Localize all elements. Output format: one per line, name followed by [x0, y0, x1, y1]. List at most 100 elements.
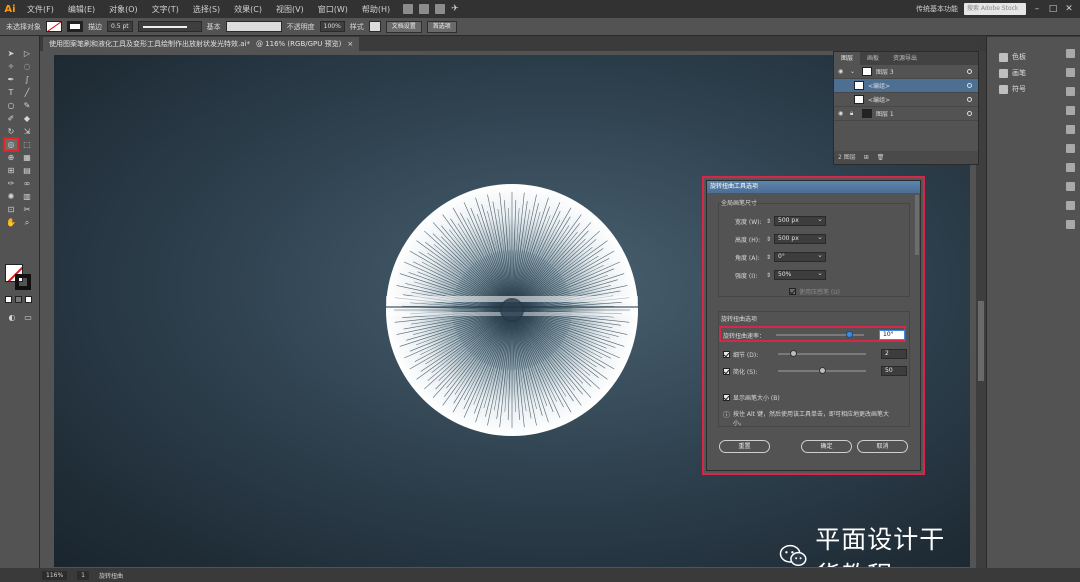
target-circle-icon[interactable]	[967, 83, 972, 88]
color-panel-icon[interactable]	[1066, 49, 1075, 58]
curvature-tool-icon[interactable]: ∫	[21, 74, 33, 85]
layer-name[interactable]: 图层 1	[876, 109, 894, 118]
scale-tool-icon[interactable]: ⇲	[21, 126, 33, 137]
free-transform-tool-icon[interactable]: ⬚	[21, 139, 33, 150]
visibility-eye-icon[interactable]: ◉	[838, 110, 846, 117]
slice-tool-icon[interactable]: ✂	[21, 204, 33, 215]
fill-stroke-control[interactable]	[5, 264, 33, 292]
dialog-scrollbar[interactable]	[915, 195, 919, 255]
detail-checkbox[interactable]	[723, 350, 730, 358]
bridge-icon[interactable]	[403, 4, 414, 14]
target-circle-icon[interactable]	[967, 97, 972, 102]
column-graph-tool-icon[interactable]: ▥	[21, 191, 33, 202]
expand-chevron-icon[interactable]: ⌄	[850, 68, 858, 75]
delete-layer-icon[interactable]: 🗑︎	[877, 151, 885, 164]
close-icon[interactable]: ✕	[1064, 4, 1074, 14]
minimize-icon[interactable]: –	[1032, 4, 1042, 14]
target-circle-icon[interactable]	[967, 111, 972, 116]
shaper-tool-icon[interactable]: ✐	[5, 113, 17, 124]
line-tool-icon[interactable]: ╱	[21, 87, 33, 98]
layer-row[interactable]: <编组>	[834, 79, 978, 93]
perspective-grid-tool-icon[interactable]: ▦	[21, 152, 33, 163]
brush-style-label[interactable]: 基本	[207, 22, 221, 32]
arrange-icon[interactable]	[435, 4, 446, 14]
menu-select[interactable]: 选择(S)	[186, 4, 227, 15]
stroke-profile-select[interactable]	[137, 21, 202, 32]
menu-file[interactable]: 文件(F)	[20, 4, 61, 15]
menu-help[interactable]: 帮助(H)	[355, 4, 397, 15]
detail-slider[interactable]	[778, 350, 866, 357]
height-select[interactable]: 500 px	[774, 233, 827, 244]
close-tab-icon[interactable]: ×	[347, 37, 353, 51]
layer-row[interactable]: ◉ ⌄ 图层 3	[834, 65, 978, 79]
hand-tool-icon[interactable]: ✋	[5, 217, 17, 228]
menu-type[interactable]: 文字(T)	[145, 4, 186, 15]
ellipse-tool-icon[interactable]: ○	[5, 100, 17, 111]
stroke-swatch[interactable]	[67, 21, 83, 32]
stroke-swatch-large[interactable]	[15, 274, 31, 290]
shape-builder-tool-icon[interactable]: ⊕	[5, 152, 17, 163]
stepper-icon[interactable]: ⇕	[766, 218, 771, 225]
draw-mode-icon[interactable]: ◐	[6, 312, 18, 323]
zoom-level-field[interactable]: 116%	[42, 570, 68, 580]
dandelion-burst-artwork[interactable]	[384, 182, 640, 438]
direct-selection-tool-icon[interactable]: ▷	[21, 48, 33, 59]
stroke-panel-icon[interactable]	[1066, 87, 1075, 96]
graphic-styles-icon[interactable]	[1066, 163, 1075, 172]
layer-name[interactable]: <编组>	[868, 81, 890, 90]
appearance-panel-icon[interactable]	[1066, 144, 1075, 153]
layer-row[interactable]: <编组>	[834, 93, 978, 107]
fill-swatch[interactable]	[46, 21, 62, 32]
workspace-switcher[interactable]: 传统基本功能	[916, 4, 958, 14]
stroke-width-field[interactable]: 0.5 pt	[107, 21, 133, 32]
simplify-checkbox[interactable]	[723, 367, 730, 375]
pathfinder-panel-icon[interactable]	[1066, 220, 1075, 229]
pen-tool-icon[interactable]: ✒	[5, 74, 17, 85]
twirl-rate-slider-knob[interactable]	[845, 331, 853, 338]
stroke-label[interactable]: 描边	[88, 22, 102, 32]
detail-field[interactable]: 2	[881, 349, 907, 359]
twirl-rate-slider[interactable]	[776, 331, 864, 338]
visibility-eye-icon[interactable]: ◉	[838, 68, 846, 75]
tab-asset-export[interactable]: 资源导出	[886, 52, 924, 65]
tab-artboards[interactable]: 画板	[860, 52, 886, 65]
document-setup-button[interactable]: 文档设置	[385, 20, 422, 33]
menu-object[interactable]: 对象(O)	[102, 4, 145, 15]
ok-button[interactable]: 确定	[801, 440, 852, 453]
menu-edit[interactable]: 编辑(E)	[61, 4, 102, 15]
artboard-tool-icon[interactable]: ⊡	[5, 204, 17, 215]
screen-mode-icon[interactable]: ▭	[22, 312, 34, 323]
scroll-thumb[interactable]	[978, 301, 984, 381]
gradient-panel-icon[interactable]	[1066, 106, 1075, 115]
symbol-sprayer-tool-icon[interactable]: ✺	[5, 191, 17, 202]
twirl-tool-icon[interactable]: ◎	[3, 137, 19, 152]
show-brush-size-checkbox[interactable]	[723, 394, 730, 401]
opacity-field[interactable]: 100%	[319, 21, 345, 32]
layer-name[interactable]: <编组>	[868, 95, 890, 104]
type-tool-icon[interactable]: T	[5, 87, 17, 98]
new-layer-icon[interactable]: ⊞	[864, 151, 869, 164]
lasso-tool-icon[interactable]: ◌	[21, 61, 33, 72]
eraser-tool-icon[interactable]: ◆	[21, 113, 33, 124]
tab-layers[interactable]: 图层	[834, 52, 861, 65]
layer-name[interactable]: 图层 3	[876, 67, 894, 76]
send-icon[interactable]: ✈	[451, 4, 461, 14]
stepper-icon[interactable]: ⇕	[766, 254, 771, 261]
target-circle-icon[interactable]	[967, 69, 972, 74]
twirl-rate-field[interactable]: 10°	[879, 330, 905, 340]
color-mode-swatch[interactable]	[5, 296, 12, 303]
eyedropper-tool-icon[interactable]: ✑	[5, 178, 17, 189]
rotate-tool-icon[interactable]: ↻	[5, 126, 17, 137]
selection-tool-icon[interactable]: ➤	[5, 48, 17, 59]
none-mode-swatch[interactable]	[25, 296, 32, 303]
maximize-icon[interactable]: □	[1048, 4, 1058, 14]
simplify-field[interactable]: 50	[881, 366, 907, 376]
document-tab[interactable]: 使用图案笔刷和液化工具及变形工具绘制作出放射状发光特效.ai* @ 116% (…	[43, 37, 360, 51]
gradient-mode-swatch[interactable]	[15, 296, 22, 303]
artboard-navigator-field[interactable]: 1	[77, 570, 89, 580]
lock-icon[interactable]: 🔒︎	[850, 110, 858, 118]
paintbrush-tool-icon[interactable]: ✎	[21, 100, 33, 111]
simplify-slider-knob[interactable]	[818, 367, 826, 374]
stepper-icon[interactable]: ⇕	[766, 236, 771, 243]
brush-definition-select[interactable]	[225, 21, 282, 32]
